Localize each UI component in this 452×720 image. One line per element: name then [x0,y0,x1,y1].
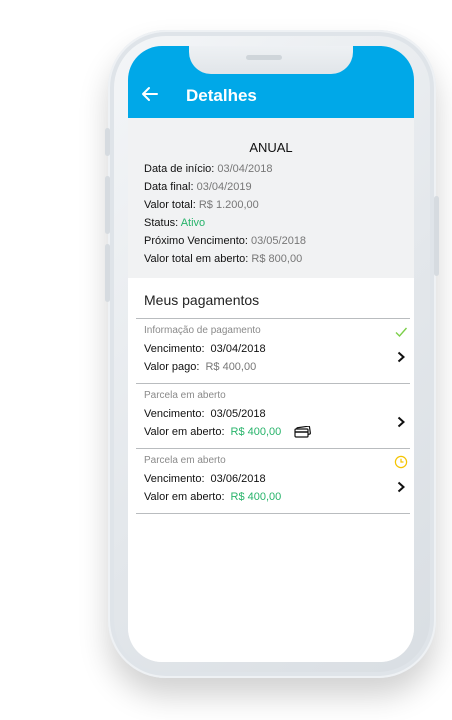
amount-label: Valor pago: [144,361,200,373]
plan-name: ANUAL [249,140,293,155]
amount-value: R$ 400,00 [205,361,257,373]
amount-label: Valor em aberto: [144,491,225,503]
due-value: 03/04/2018 [210,343,266,355]
credit-card-icon[interactable] [294,426,312,438]
chevron-right-icon[interactable] [396,351,406,363]
chevron-right-icon[interactable] [396,416,406,428]
page-title: Detalhes [186,86,257,105]
payment-caption: Parcela em aberto [144,455,226,466]
plan-summary: ANUAL Data de início: 03/04/2018 Data fi… [128,118,414,278]
start-date-label: Data de início: [144,163,215,175]
payment-caption: Parcela em aberto [144,390,226,401]
start-date-row: Data de início: 03/04/2018 [144,160,306,178]
due-label: Vencimento: [144,343,205,355]
total-value: R$ 1.200,00 [198,199,259,211]
open-total-row: Valor total em aberto: R$ 800,00 [144,250,306,268]
open-total-label: Valor total em aberto: [144,253,249,265]
due-label: Vencimento: [144,473,205,485]
amount-label: Valor em aberto: [144,426,225,438]
next-due-row: Próximo Vencimento: 03/05/2018 [144,232,306,250]
amount-value: R$ 400,00 [230,491,282,503]
total-value-row: Valor total: R$ 1.200,00 [144,196,306,214]
payments-list: Meus pagamentos Informação de pagamento … [128,278,414,662]
due-row: Vencimento: 03/06/2018 [144,473,266,485]
payment-item-paid[interactable]: Informação de pagamento Vencimento: 03/04… [136,319,410,383]
phone-button-volume-down [105,244,110,302]
status-label: Status: [144,217,179,229]
phone-button-volume-up [105,176,110,234]
phone-screen: Detalhes ANUAL Data de início: 03/04/201… [128,46,414,662]
speaker-grille [246,55,282,60]
notch [189,46,353,74]
phone-button-power [434,196,439,276]
next-due-value: 03/05/2018 [251,235,307,247]
amount-value: R$ 400,00 [230,426,282,438]
end-date-row: Data final: 03/04/2019 [144,178,306,196]
start-date-value: 03/04/2018 [217,163,273,175]
due-label: Vencimento: [144,408,205,420]
amount-row: Valor pago: R$ 400,00 [144,361,256,373]
amount-row: Valor em aberto: R$ 400,00 [144,426,312,438]
open-total-value: R$ 800,00 [251,253,303,265]
due-value: 03/05/2018 [210,408,266,420]
end-date-value: 03/04/2019 [196,181,252,193]
status-value: Ativo [180,217,206,229]
back-arrow-icon[interactable] [140,84,160,104]
payment-item-open[interactable]: Parcela em aberto Vencimento: 03/05/2018 … [136,384,410,448]
payment-caption: Informação de pagamento [144,325,261,336]
plan-info: Data de início: 03/04/2018 Data final: 0… [144,160,306,268]
check-icon [395,327,408,338]
payments-title: Meus pagamentos [144,292,260,308]
phone-button-mute [105,128,110,156]
chevron-right-icon[interactable] [396,481,406,493]
clock-icon [394,455,408,469]
due-row: Vencimento: 03/04/2018 [144,343,266,355]
payment-item-pending[interactable]: Parcela em aberto Vencimento: 03/06/2018 … [136,449,410,513]
amount-row: Valor em aberto: R$ 400,00 [144,491,281,503]
end-date-label: Data final: [144,181,194,193]
total-value-label: Valor total: [144,199,196,211]
status-row: Status: Ativo [144,214,306,232]
divider [136,513,410,514]
due-row: Vencimento: 03/05/2018 [144,408,266,420]
next-due-label: Próximo Vencimento: [144,235,248,247]
due-value: 03/06/2018 [210,473,266,485]
